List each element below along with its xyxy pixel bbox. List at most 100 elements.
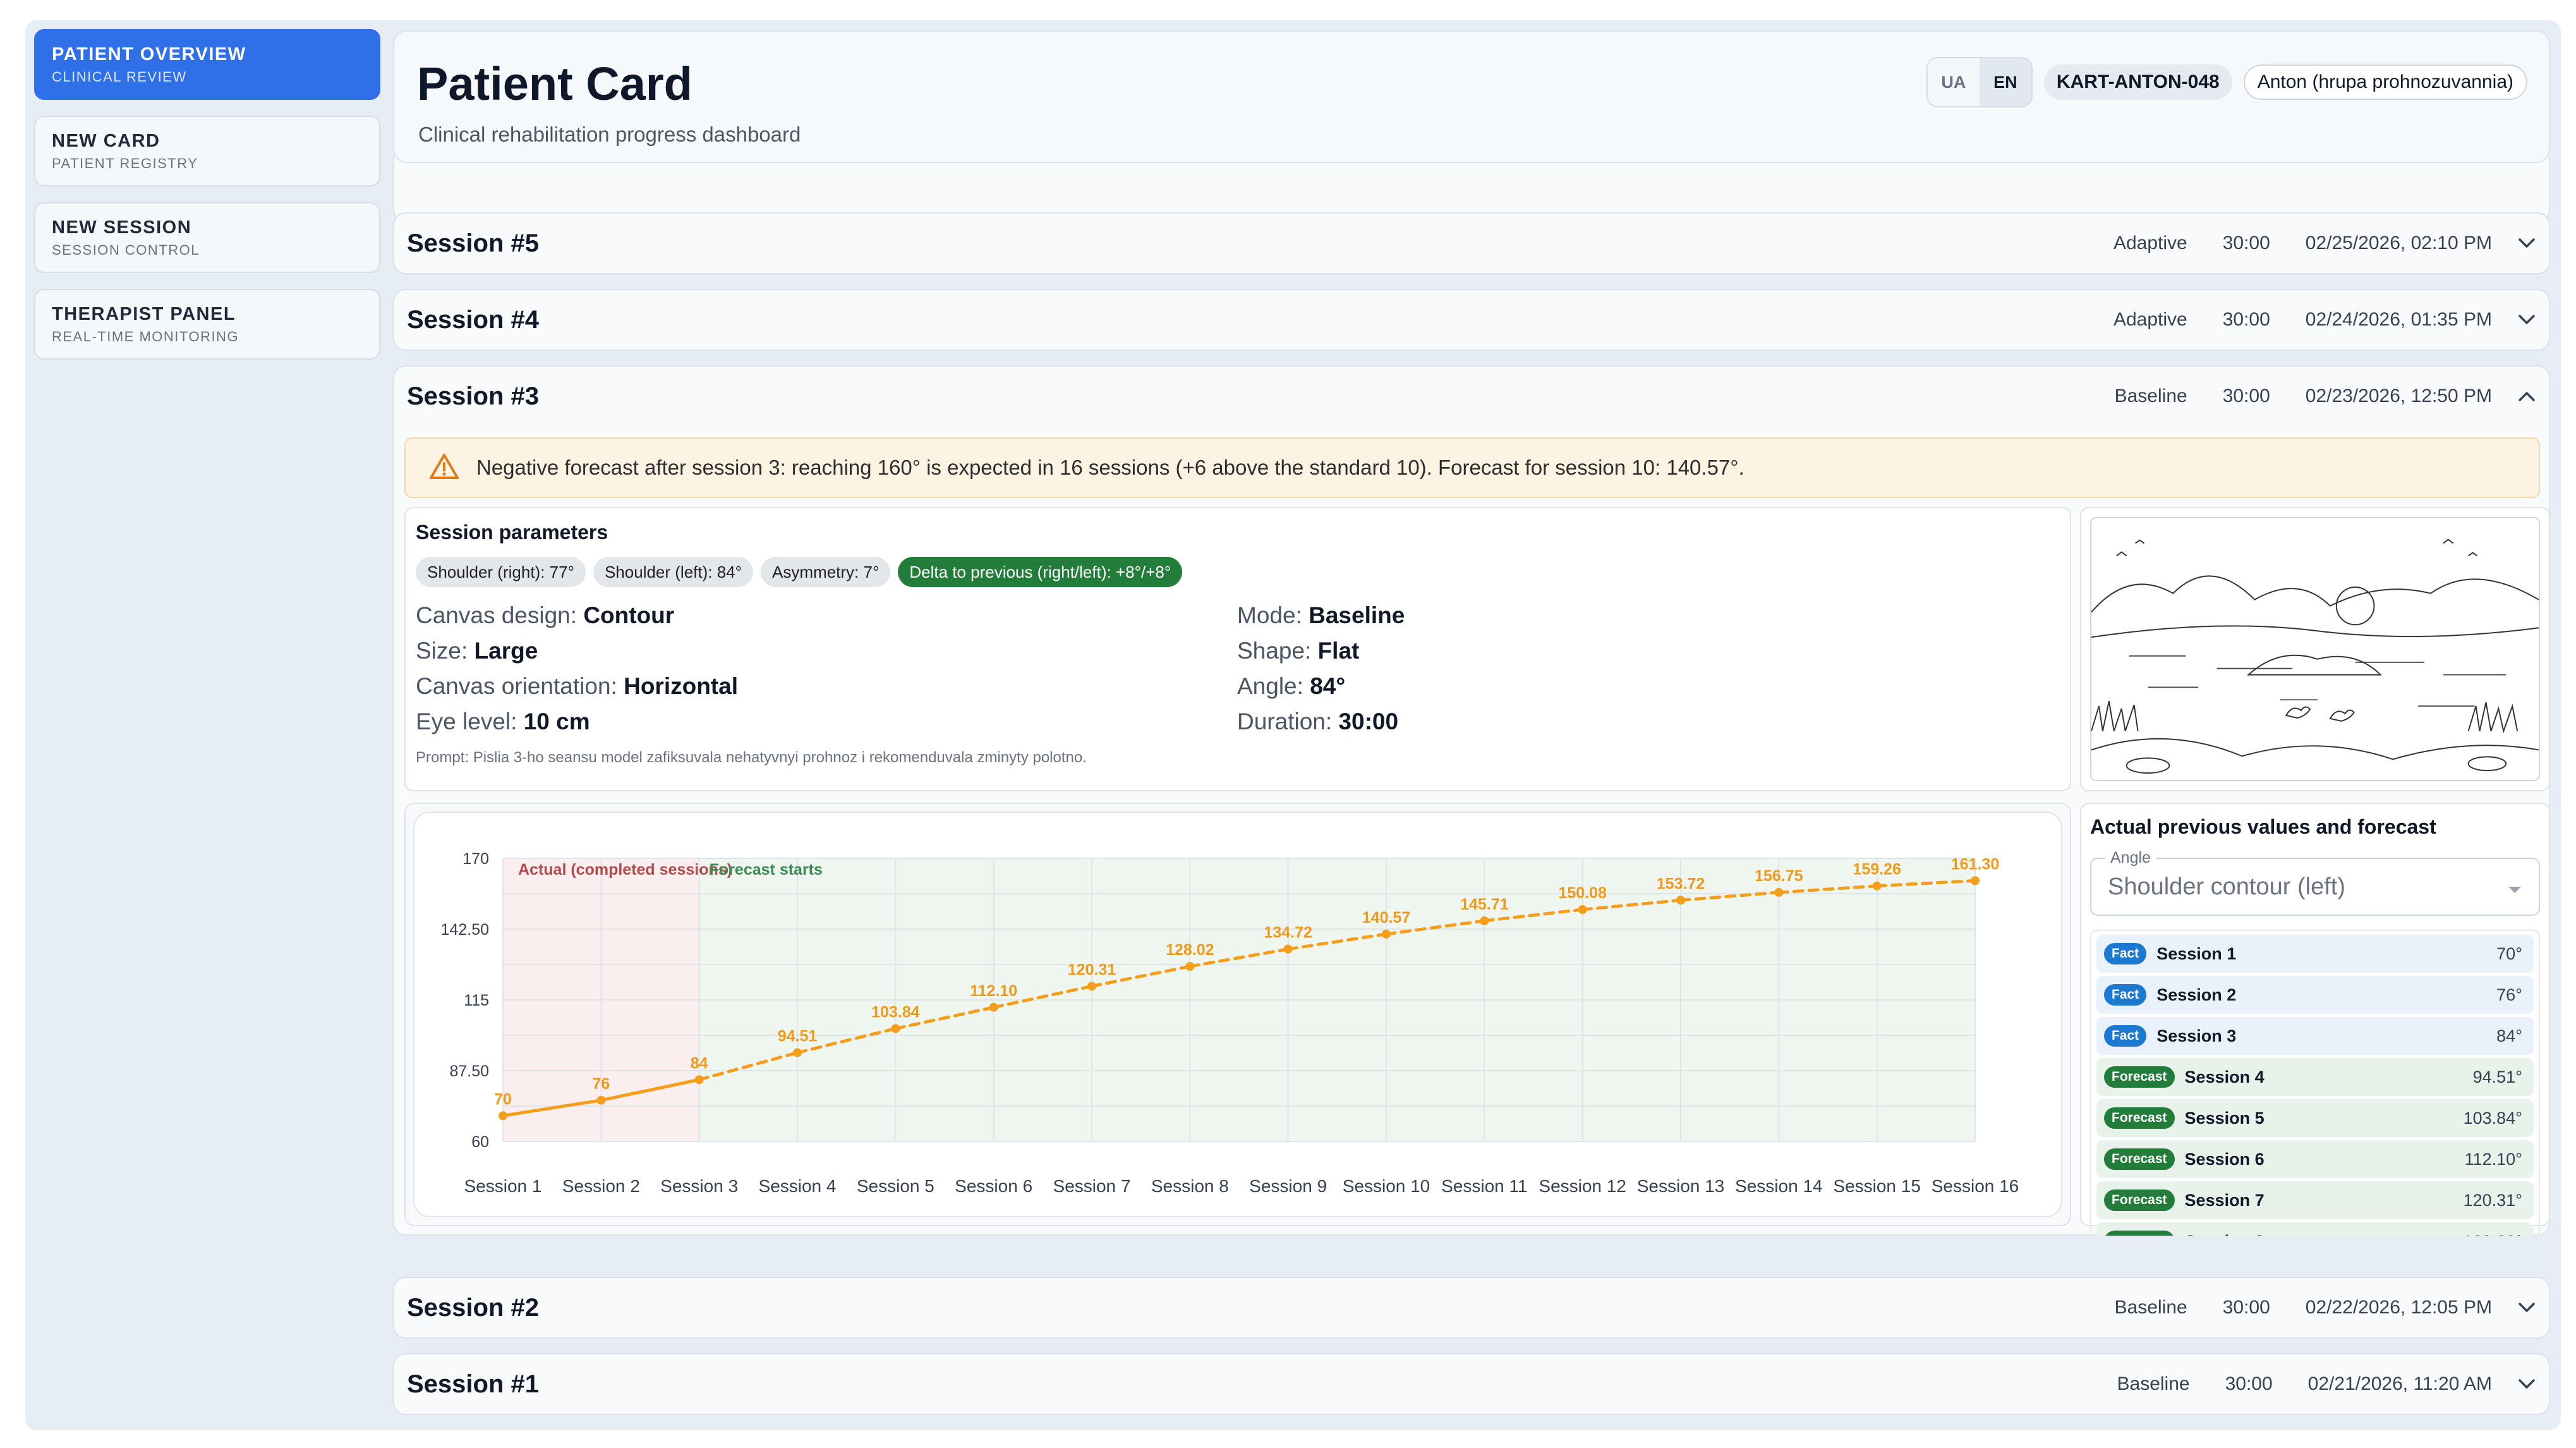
session-card-2[interactable]: Session #2 Baseline 30:00 02/22/2026, 12… bbox=[393, 1277, 2550, 1339]
session-row[interactable]: Session #4 Adaptive 30:00 02/24/2026, 01… bbox=[394, 290, 2549, 350]
sidebar-item-patient-overview[interactable]: PATIENT OVERVIEW CLINICAL REVIEW bbox=[34, 29, 380, 100]
header-controls: UA EN KART-ANTON-048 Anton (hrupa prohno… bbox=[1926, 57, 2527, 107]
data-point bbox=[1971, 876, 1980, 885]
x-tick-label: Session 13 bbox=[1637, 1176, 1725, 1196]
session-row[interactable]: Session #1 Baseline 30:00 02/21/2026, 11… bbox=[394, 1354, 2549, 1414]
session-duration: 30:00 bbox=[2222, 386, 2270, 406]
fact-badge: Fact bbox=[2104, 1025, 2147, 1047]
sidebar-item-title: NEW CARD bbox=[52, 131, 160, 151]
x-tick-label: Session 8 bbox=[1151, 1176, 1229, 1196]
row-session-name: Session 5 bbox=[2184, 1108, 2265, 1128]
session-duration: 30:00 bbox=[2222, 233, 2270, 253]
sidebar-item-subtitle: CLINICAL REVIEW bbox=[52, 69, 187, 85]
forecast-region-label: Forecast starts bbox=[710, 861, 823, 879]
forecast-badge: Forecast bbox=[2104, 1107, 2175, 1129]
data-point bbox=[499, 1111, 507, 1121]
sidebar-item-therapist-panel[interactable]: THERAPIST PANEL REAL-TIME MONITORING bbox=[34, 289, 380, 360]
data-label: 159.26 bbox=[1853, 861, 1901, 879]
forecast-badge: Forecast bbox=[2104, 1189, 2175, 1211]
y-tick-label: 170 bbox=[463, 850, 489, 868]
sidebar-item-title: PATIENT OVERVIEW bbox=[52, 44, 246, 64]
session-card-5[interactable]: Session #5 Adaptive 30:00 02/25/2026, 02… bbox=[393, 212, 2550, 274]
warning-icon bbox=[428, 453, 460, 484]
row-value: 128.02° bbox=[2464, 1232, 2522, 1236]
x-tick-label: Session 6 bbox=[955, 1176, 1032, 1196]
data-label: 84 bbox=[691, 1054, 708, 1072]
list-item: Forecast Session 5 103.84° bbox=[2096, 1099, 2534, 1137]
row-value: 70° bbox=[2496, 944, 2522, 963]
data-label: 76 bbox=[592, 1075, 610, 1093]
forecast-badge: Forecast bbox=[2104, 1066, 2175, 1088]
row-value: 112.10° bbox=[2464, 1149, 2522, 1169]
forecast-warning-banner: Negative forecast after session 3: reach… bbox=[404, 437, 2540, 498]
forecast-panel-heading: Actual previous values and forecast bbox=[2090, 815, 2436, 838]
params-prompt: Prompt: Pislia 3-ho seansu model zafiksu… bbox=[416, 749, 1087, 766]
param-shape: Shape: Flat bbox=[1237, 638, 1360, 664]
x-tick-label: Session 14 bbox=[1735, 1176, 1823, 1196]
session-title: Session #1 bbox=[407, 1370, 540, 1398]
x-tick-label: Session 11 bbox=[1441, 1176, 1527, 1196]
param-duration: Duration: 30:00 bbox=[1237, 709, 1399, 734]
warning-text: Negative forecast after session 3: reach… bbox=[476, 456, 1745, 479]
y-tick-label: 115 bbox=[464, 992, 489, 1009]
main-content[interactable]: Patient Card Clinical rehabilitation pro… bbox=[390, 20, 2561, 1430]
chevron-down-icon[interactable] bbox=[2517, 1375, 2536, 1394]
chevron-up-icon[interactable] bbox=[2517, 387, 2536, 406]
data-label: 94.51 bbox=[778, 1027, 818, 1045]
data-point bbox=[989, 1002, 998, 1012]
chevron-down-icon[interactable] bbox=[2517, 1298, 2536, 1317]
list-item: Forecast Session 7 120.31° bbox=[2096, 1181, 2534, 1219]
forecast-list-card: Actual previous values and forecast Angl… bbox=[2080, 803, 2550, 1237]
fact-badge: Fact bbox=[2104, 984, 2147, 1006]
lang-ua-button[interactable]: UA bbox=[1927, 58, 1980, 106]
lang-en-button[interactable]: EN bbox=[1979, 58, 2031, 106]
data-point bbox=[596, 1095, 606, 1105]
chevron-down-icon[interactable] bbox=[2517, 310, 2536, 329]
session-title: Session #3 bbox=[407, 382, 540, 410]
data-label: 150.08 bbox=[1558, 884, 1607, 902]
data-label: 134.72 bbox=[1264, 924, 1312, 942]
data-point bbox=[1578, 905, 1587, 915]
actual-region-label: Actual (completed sessions) bbox=[518, 861, 732, 879]
angle-select-label: Angle bbox=[2105, 849, 2156, 867]
data-point bbox=[1480, 916, 1489, 925]
data-point bbox=[1185, 961, 1195, 971]
y-tick-label: 60 bbox=[471, 1133, 489, 1151]
session-date: 02/25/2026, 02:10 PM bbox=[2305, 233, 2492, 253]
row-session-name: Session 7 bbox=[2184, 1190, 2265, 1210]
session-card-4[interactable]: Session #4 Adaptive 30:00 02/24/2026, 01… bbox=[393, 289, 2550, 351]
param-canvas-design: Canvas design: Contour bbox=[416, 602, 675, 628]
forecast-line-chart: 170 142.50 115 87.50 60 Session 1 Session 2 Ses… bbox=[441, 850, 2019, 1196]
row-session-name: Session 8 bbox=[2185, 1232, 2265, 1236]
forecast-rows-list[interactable]: Fact Session 1 70° Fact Session 2 76° Fact Se… bbox=[2090, 930, 2540, 1237]
data-label: 140.57 bbox=[1362, 909, 1410, 927]
data-label: 70 bbox=[494, 1090, 512, 1108]
chevron-down-icon[interactable] bbox=[2517, 234, 2536, 253]
param-canvas-orientation: Canvas orientation: Horizontal bbox=[416, 673, 738, 699]
session-row[interactable]: Session #2 Baseline 30:00 02/22/2026, 12… bbox=[394, 1278, 2549, 1337]
session-date: 02/22/2026, 12:05 PM bbox=[2305, 1297, 2492, 1318]
page-title: Patient Card bbox=[417, 58, 692, 110]
x-tick-label: Session 16 bbox=[1932, 1176, 2019, 1196]
sidebar-item-new-card[interactable]: NEW CARD PATIENT REGISTRY bbox=[34, 116, 380, 186]
list-item: Fact Session 2 76° bbox=[2096, 976, 2534, 1014]
row-value: 76° bbox=[2496, 985, 2522, 1004]
data-point bbox=[1872, 881, 1882, 891]
data-point bbox=[1382, 929, 1391, 939]
data-point bbox=[694, 1075, 704, 1085]
x-tick-label: Session 3 bbox=[660, 1176, 738, 1196]
sidebar-item-new-session[interactable]: NEW SESSION SESSION CONTROL bbox=[34, 202, 380, 273]
canvas-preview-card[interactable] bbox=[2080, 507, 2550, 791]
session-card-1[interactable]: Session #1 Baseline 30:00 02/21/2026, 11… bbox=[393, 1353, 2550, 1415]
data-point bbox=[1774, 887, 1784, 897]
y-tick-label: 87.50 bbox=[449, 1062, 489, 1080]
user-badge[interactable]: Anton (hrupa prohnozuvannia) bbox=[2243, 64, 2527, 100]
session-title: Session #2 bbox=[407, 1293, 540, 1322]
session-row[interactable]: Session #5 Adaptive 30:00 02/25/2026, 02… bbox=[394, 214, 2549, 273]
session-row[interactable]: Session #3 Baseline 30:00 02/23/2026, 12… bbox=[394, 367, 2549, 426]
data-label: 128.02 bbox=[1166, 941, 1214, 959]
row-value: 94.51° bbox=[2472, 1067, 2522, 1086]
row-session-name: Session 2 bbox=[2156, 985, 2237, 1004]
angle-select[interactable]: Angle Shoulder contour (left) bbox=[2090, 849, 2540, 916]
session-date: 02/21/2026, 11:20 AM bbox=[2307, 1373, 2492, 1394]
